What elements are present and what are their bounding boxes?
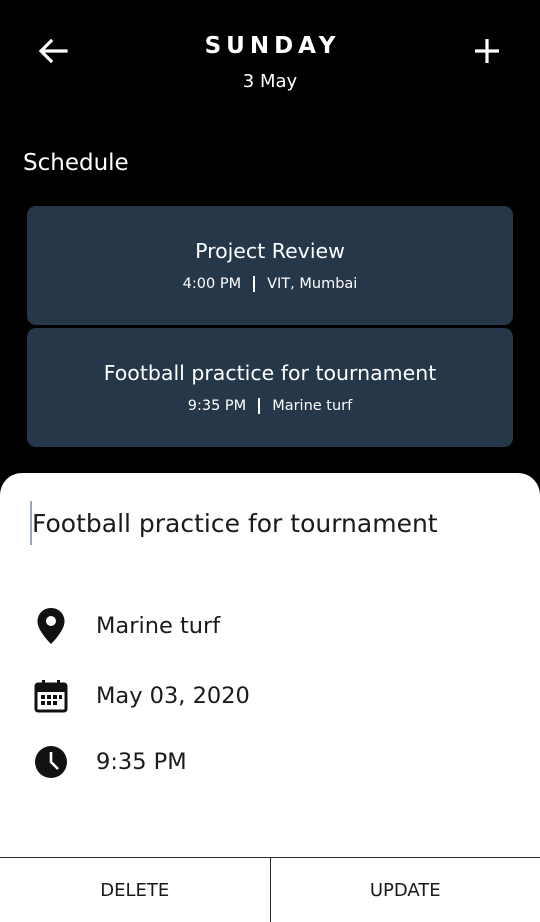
day-title: SUNDAY bbox=[204, 33, 341, 59]
delete-button[interactable]: DELETE bbox=[0, 858, 270, 922]
event-meta: 9:35 PM Marine turf bbox=[27, 398, 513, 414]
time-text: 9:35 PM bbox=[96, 749, 187, 775]
event-detail-sheet: Marine turf May 03, 2020 9:35 PM bbox=[0, 473, 540, 922]
event-title: Football practice for tournament bbox=[103, 361, 437, 385]
top-bar: SUNDAY 3 May bbox=[0, 0, 540, 110]
plus-icon bbox=[475, 39, 499, 63]
event-title: Project Review bbox=[195, 239, 345, 263]
date-subtitle: 3 May bbox=[242, 71, 298, 92]
location-text: Marine turf bbox=[96, 613, 221, 639]
event-time: 9:35 PM bbox=[187, 398, 247, 414]
event-time: 4:00 PM bbox=[182, 276, 242, 292]
action-bar: DELETE UPDATE bbox=[0, 857, 540, 922]
add-event-button[interactable] bbox=[468, 32, 506, 70]
time-row[interactable]: 9:35 PM bbox=[0, 737, 540, 787]
event-card[interactable]: Football practice for tournament 9:35 PM… bbox=[27, 328, 513, 447]
event-card[interactable]: Project Review 4:00 PM VIT, Mumbai bbox=[27, 206, 513, 325]
location-pin-icon bbox=[33, 608, 69, 644]
schedule-heading: Schedule bbox=[23, 150, 129, 176]
event-separator bbox=[253, 276, 256, 292]
event-location: Marine turf bbox=[272, 398, 353, 414]
date-row[interactable]: May 03, 2020 bbox=[0, 671, 540, 721]
location-row[interactable]: Marine turf bbox=[0, 601, 540, 651]
calendar-icon bbox=[33, 678, 69, 714]
event-title-input[interactable] bbox=[30, 501, 510, 545]
event-location: VIT, Mumbai bbox=[267, 276, 358, 292]
update-button[interactable]: UPDATE bbox=[269, 858, 540, 922]
event-separator bbox=[258, 398, 261, 414]
clock-icon bbox=[33, 744, 69, 780]
date-text: May 03, 2020 bbox=[96, 683, 250, 709]
event-meta: 4:00 PM VIT, Mumbai bbox=[27, 276, 513, 292]
